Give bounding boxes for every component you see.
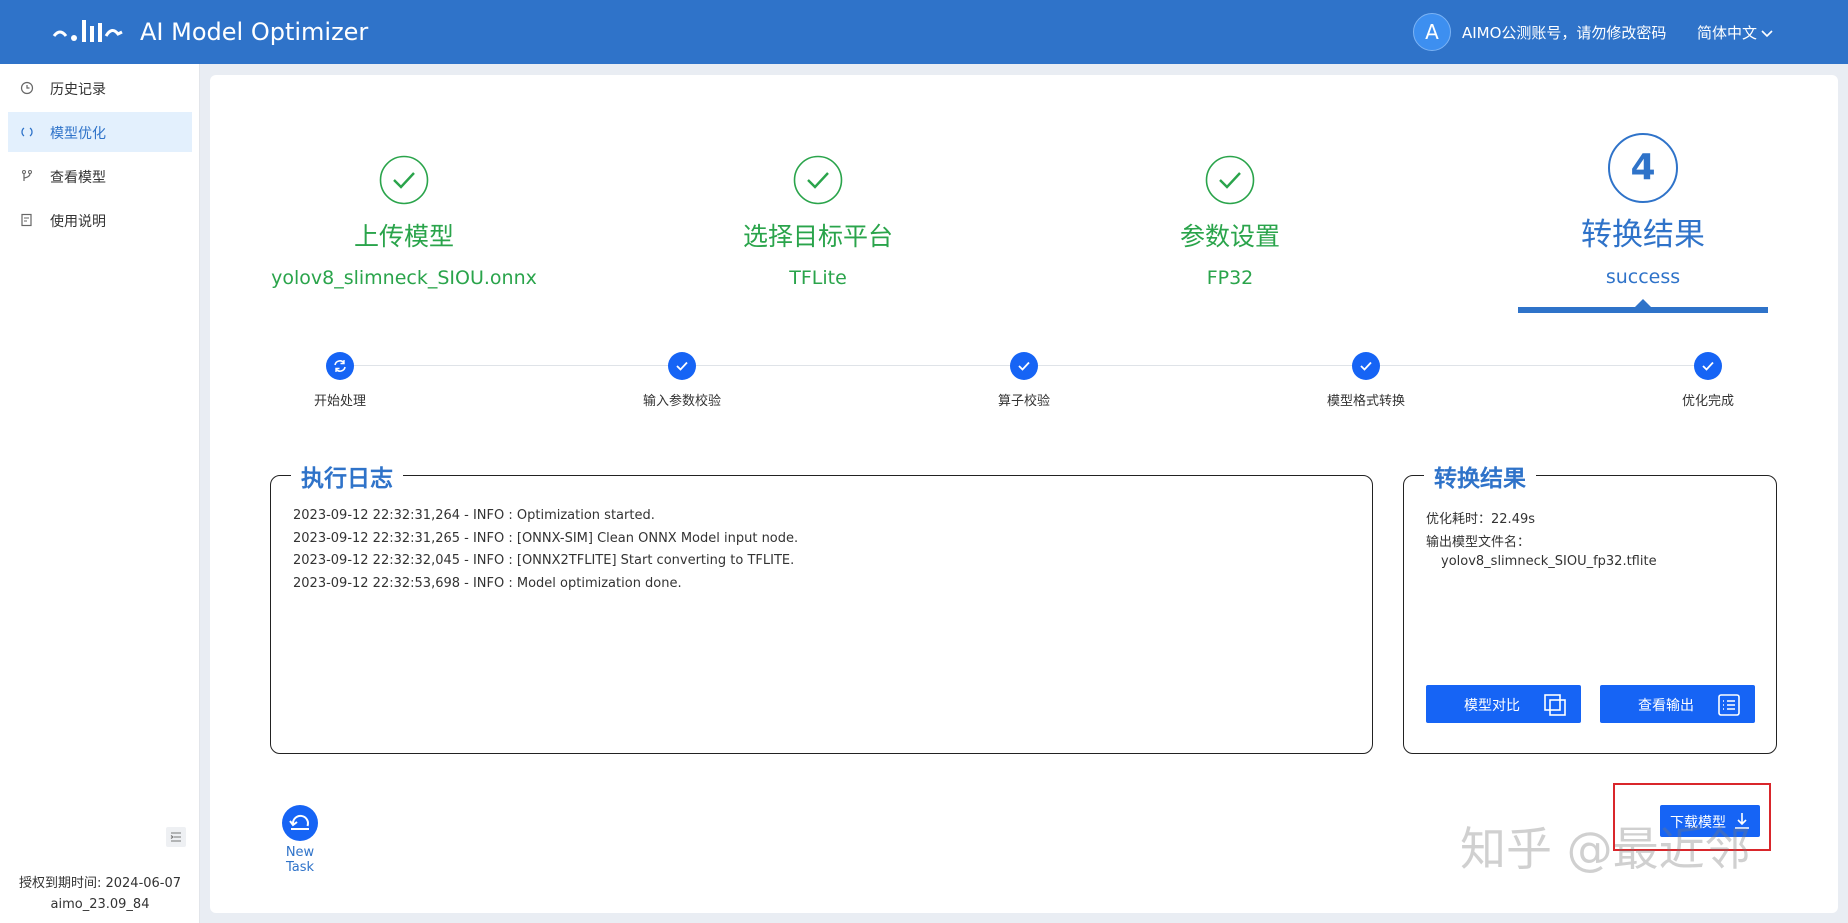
undo-icon: [282, 805, 318, 841]
optimize-time-label: 优化耗时：: [1426, 512, 1492, 527]
progress-node-operator-check: 算子校验: [944, 352, 1104, 409]
language-selector[interactable]: 简体中文: [1697, 22, 1773, 43]
app-title: AI Model Optimizer: [140, 18, 369, 46]
active-step-caret: [1635, 299, 1651, 307]
step-title: 转换结果: [1581, 217, 1705, 253]
step-value: success: [1605, 266, 1681, 288]
step-value: TFLite: [789, 267, 847, 289]
step-value: yolov8_slimneck_SIOU.onnx: [271, 267, 537, 289]
panel-title: 转换结果: [1424, 459, 1536, 493]
check-icon: [1694, 352, 1722, 380]
sidebar-item-label: 模型优化: [50, 126, 106, 142]
collapse-menu-icon: [170, 832, 181, 842]
output-file-name: yolov8_slimneck_SIOU_fp32.tflite: [1441, 554, 1657, 569]
version-label: aimo_23.09_84: [50, 897, 150, 912]
optimize-time-value: 22.49s: [1491, 512, 1536, 527]
check-circle-icon: [379, 155, 429, 205]
panel-title: 执行日志: [291, 459, 403, 493]
progress-node-format-convert: 模型格式转换: [1286, 352, 1446, 409]
step-conversion-result: 4 转换结果 success: [1493, 133, 1793, 288]
check-circle-icon: [1205, 155, 1255, 205]
step-title: 参数设置: [1179, 222, 1280, 251]
step-parameters: 参数设置 FP32: [1080, 155, 1380, 289]
progress-label: 优化完成: [1681, 394, 1734, 409]
progress-node-param-check: 输入参数校验: [602, 352, 762, 409]
app-logo-icon: [52, 20, 123, 42]
sidebar-item-label: 使用说明: [50, 214, 106, 230]
step-value: FP32: [1206, 267, 1254, 289]
check-circle-icon: [793, 155, 843, 205]
view-model-icon: [22, 170, 32, 181]
sidebar-item-label: 查看模型: [50, 170, 106, 186]
log-line: 2023-09-12 22:32:31,264 - INFO : Optimiz…: [293, 508, 655, 523]
new-task-button[interactable]: New Task: [270, 805, 330, 875]
optimize-time: 优化耗时：22.49s: [1426, 508, 1535, 527]
progress-node-done: 优化完成: [1628, 352, 1788, 409]
top-header: AI Model Optimizer A AIMO公测账号，请勿修改密码 简体中…: [0, 0, 1848, 64]
account-name[interactable]: AIMO公测账号，请勿修改密码: [1462, 22, 1666, 43]
log-line: 2023-09-12 22:32:31,265 - INFO : [ONNX-S…: [293, 531, 799, 546]
optimize-icon: [21, 127, 33, 137]
copy-compare-icon: [1544, 694, 1566, 716]
output-file-label: 输出模型文件名：: [1426, 535, 1531, 550]
log-line: 2023-09-12 22:32:53,698 - INFO : Model o…: [293, 576, 682, 591]
progress-label: 算子校验: [997, 394, 1050, 409]
conversion-result-panel: 转换结果 优化耗时：22.49s 输出模型文件名： yolov8_slimnec…: [1403, 459, 1777, 754]
main-card: 上传模型 yolov8_slimneck_SIOU.onnx 选择目标平台 TF…: [210, 75, 1838, 913]
new-task-label: New Task: [285, 845, 315, 875]
sidebar-item-history[interactable]: 历史记录: [8, 68, 192, 108]
sidebar-item-label: 历史记录: [50, 82, 106, 98]
progress-label: 模型格式转换: [1326, 394, 1405, 409]
view-output-button[interactable]: 查看输出: [1600, 685, 1755, 723]
step-number: 4: [1608, 133, 1678, 203]
sidebar-item-optimize[interactable]: 模型优化: [8, 112, 192, 152]
progress-label: 输入参数校验: [642, 394, 721, 409]
execution-log-panel: 执行日志 2023-09-12 22:32:31,264 - INFO : Op…: [270, 459, 1373, 754]
compare-model-button[interactable]: 模型对比: [1426, 685, 1581, 723]
step-title: 选择目标平台: [742, 222, 893, 251]
sidebar-collapse-button[interactable]: [166, 827, 186, 847]
language-label: 简体中文: [1697, 24, 1758, 42]
license-expiry: 授权到期时间: 2024-06-07: [18, 876, 182, 891]
progress-node-start: 开始处理: [260, 352, 420, 409]
log-line: 2023-09-12 22:32:32,045 - INFO : [ONNX2T…: [293, 553, 795, 568]
refresh-icon: [326, 352, 354, 380]
progress-label: 开始处理: [313, 394, 366, 409]
button-label: 查看输出: [1638, 698, 1694, 714]
button-label: 模型对比: [1464, 698, 1520, 714]
step-target-platform: 选择目标平台 TFLite: [668, 155, 968, 289]
chevron-down-icon: [1761, 29, 1773, 37]
step-title: 上传模型: [353, 222, 454, 251]
sidebar: 历史记录 模型优化 查看模型 使用说明 授权到期时间: 2024-06-07 a…: [0, 64, 200, 923]
check-icon: [1352, 352, 1380, 380]
active-step-indicator: [1518, 307, 1768, 313]
check-icon: [668, 352, 696, 380]
history-icon: [20, 81, 34, 95]
check-icon: [1010, 352, 1038, 380]
step-upload-model: 上传模型 yolov8_slimneck_SIOU.onnx: [254, 155, 554, 289]
watermark-text: 知乎 @最近邻: [1460, 822, 1751, 876]
sidebar-item-view-model[interactable]: 查看模型: [8, 156, 192, 196]
sidebar-item-manual[interactable]: 使用说明: [8, 200, 192, 240]
user-avatar[interactable]: A: [1413, 13, 1451, 51]
list-icon: [1718, 694, 1740, 716]
manual-icon: [21, 213, 32, 227]
